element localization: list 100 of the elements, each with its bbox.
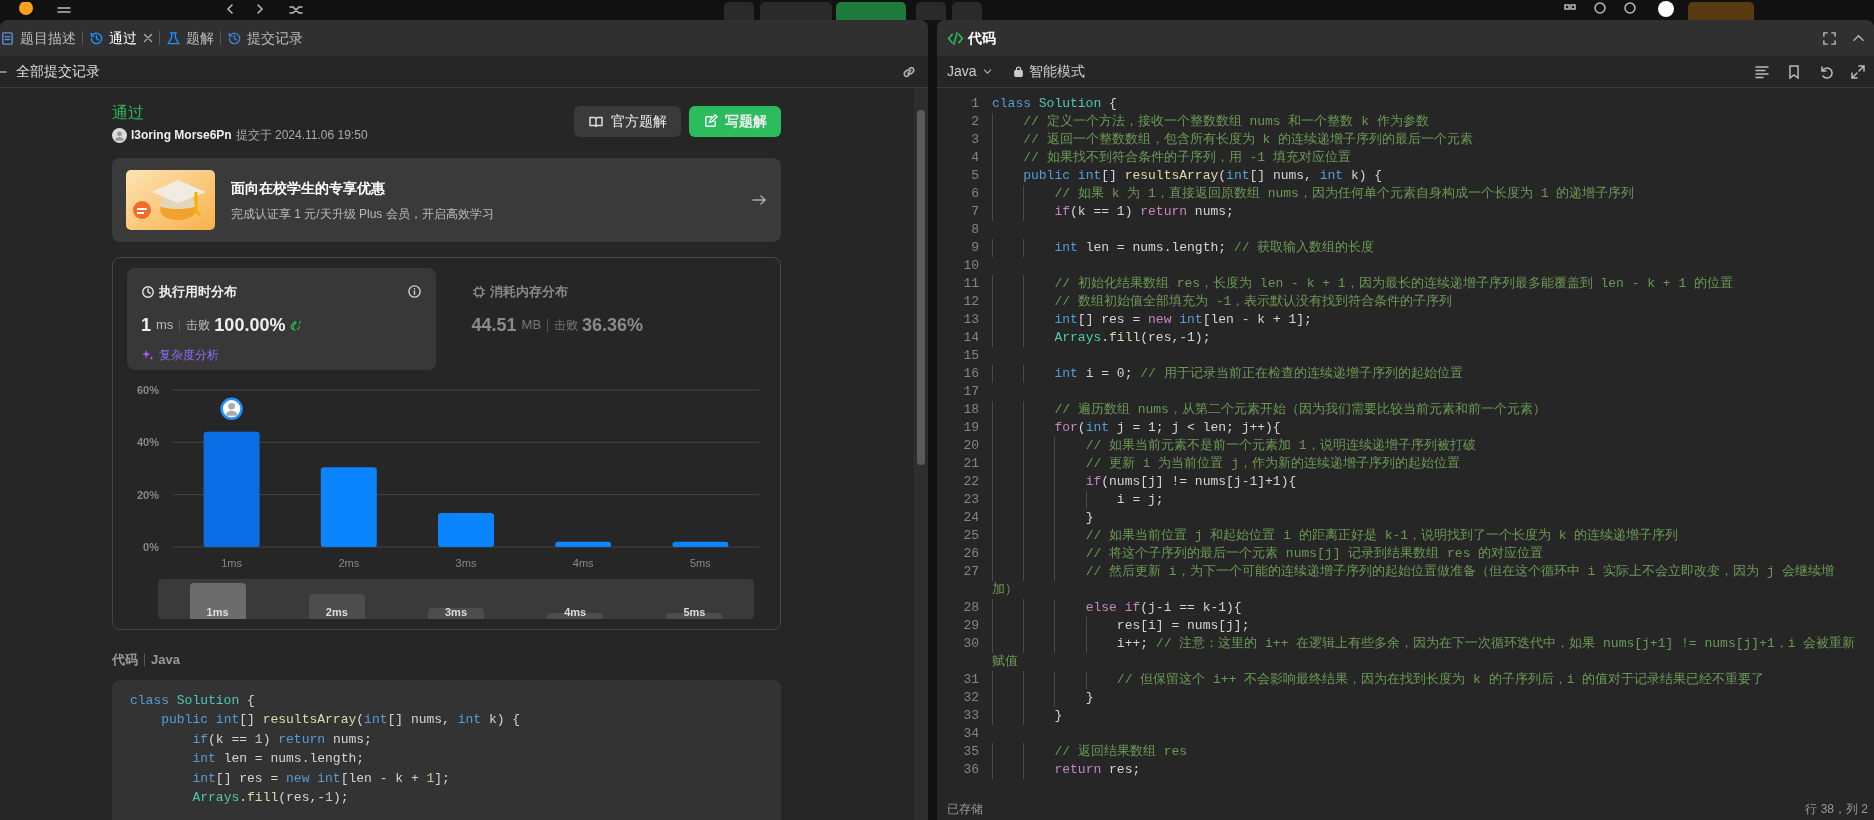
format-icon[interactable]	[1754, 63, 1770, 80]
line-number: 17	[962, 383, 979, 401]
axis-label: 1ms	[221, 557, 242, 569]
scrollbar-thumb[interactable]	[917, 110, 925, 465]
code-line: // 如果 k 为 1，直接返回原数组 nums，因为任何单个元素自身构成一个长度为 1 的递增子序列	[992, 185, 1874, 203]
lock-icon	[1011, 65, 1025, 78]
document-icon	[0, 30, 15, 46]
mode-label[interactable]: 智能模式	[1028, 61, 1085, 82]
line-number: 8	[970, 221, 979, 239]
line-number: 30	[962, 635, 979, 653]
official-solution-button[interactable]: 官方题解	[574, 106, 681, 137]
promo-card[interactable]: 面向在校学生的专享优惠 完成认证享 1 元/天升级 Plus 会员，开启高效学习	[112, 158, 781, 242]
tab[interactable]: 提交记录	[221, 27, 309, 49]
code-line: // 初始化结果数组 res，长度为 len - k + 1，因为最长的连续递增子序列最多能覆盖到 len - k + 1 的位置	[992, 275, 1874, 293]
user-name[interactable]: l3oring Morse6Pn	[131, 126, 232, 144]
axis-label: 40%	[136, 436, 159, 449]
code-line: class Solution {	[130, 691, 256, 710]
line-number: 4	[970, 149, 979, 167]
axis-label: 2ms	[338, 557, 360, 569]
code-line: else if(j-i == k-1){	[992, 599, 1874, 617]
avatar-icon[interactable]	[1658, 1, 1674, 17]
navigator-bar[interactable]	[428, 608, 484, 619]
stat-value: 44.51	[471, 313, 517, 337]
promo-title: 面向在校学生的专享优惠	[231, 178, 386, 198]
line-number: 29	[962, 617, 979, 635]
code-line: int[] res = new int[len - k + 1];	[992, 311, 1874, 329]
info-icon[interactable]	[406, 284, 422, 300]
section-title: 代码	[112, 651, 138, 669]
fullscreen-icon[interactable]	[1822, 30, 1837, 46]
code-line: }	[992, 707, 1874, 725]
expand-icon[interactable]	[1850, 63, 1866, 80]
stat-title: 执行用时分布	[159, 283, 237, 301]
avatar-icon	[220, 397, 243, 421]
line-number: 32	[962, 689, 979, 707]
code-line: // 定义一个方法，接收一个整数数组 nums 和一个整数 k 作为参数	[992, 113, 1874, 131]
code-line: int[] res = new int[len - k + 1];	[191, 769, 451, 788]
line-number: 25	[962, 527, 979, 545]
undo-icon[interactable]	[1818, 63, 1834, 80]
code-line: // 如果当前位置 j 和起始位置 i 的距离正好是 k-1，说明找到了一个长度为 k 的连续递增子序列	[992, 527, 1874, 545]
language-dropdown[interactable]: Java	[947, 61, 994, 82]
beat-percent: 36.36%	[582, 313, 644, 337]
bookmark-icon[interactable]	[1786, 63, 1802, 80]
bar[interactable]	[555, 541, 612, 547]
line-number: 21	[962, 455, 979, 473]
code-line: if(k == 1) return nums;	[191, 730, 373, 749]
line-number: 7	[970, 203, 979, 221]
navigator-label: 2ms	[325, 606, 348, 619]
code-line: i++; // 注意：这里的 i++ 在逻辑上有些多余，因为在下一次循环迭代中，如果 nums[j+1] != nums[j]+1，i 会被重新赋值	[992, 635, 1857, 671]
line-number: 10	[962, 257, 979, 275]
line-number: 35	[962, 743, 979, 761]
close-icon[interactable]	[141, 31, 155, 45]
back-link[interactable]: 全部提交记录	[16, 61, 100, 82]
code-line: public int[] resultsArray(int[] nums, int k) {	[160, 711, 522, 729]
axis-label: 60%	[136, 384, 159, 396]
line-number: 13	[962, 311, 979, 329]
code-line: Arrays.fill(res,-1);	[191, 789, 350, 807]
logo-icon[interactable]	[18, 2, 34, 18]
cursor-position: 行 38，列 2	[1805, 801, 1868, 818]
navigator-bar[interactable]	[189, 582, 246, 619]
panel-title: 代码	[968, 28, 996, 48]
tab[interactable]: 通过	[83, 27, 143, 49]
avatar-icon	[112, 127, 127, 143]
tab[interactable]: 题目描述	[0, 27, 82, 49]
navigator-bar[interactable]	[308, 594, 365, 619]
stat-card[interactable]: 消耗内存分布 44.51 MB 击败 36.36%	[457, 268, 766, 370]
line-number: 23	[962, 491, 979, 509]
line-number: 22	[962, 473, 979, 491]
code-line: // 如果找不到符合条件的子序列，用 -1 填充对应位置	[992, 149, 1874, 167]
code-line: if(k == 1) return nums;	[992, 203, 1874, 221]
code-line: // 数组初始值全部填充为 -1，表示默认没有找到符合条件的子序列	[992, 293, 1874, 311]
line-number: 36	[962, 761, 979, 779]
line-number: 27	[962, 563, 979, 581]
navigator-label: 1ms	[206, 606, 229, 619]
tab[interactable]: 题解	[160, 27, 220, 49]
line-number: 3	[970, 131, 979, 149]
code-line: // 更新 i 为当前位置 j，作为新的连续递增子序列的起始位置	[992, 455, 1874, 473]
code-line: int len = nums.length; // 获取输入数组的长度	[992, 239, 1874, 257]
line-number: 11	[962, 275, 979, 293]
save-status: 已存储	[947, 801, 983, 818]
stat-unit: MB	[521, 316, 542, 335]
line-number: 18	[962, 401, 979, 419]
navigator-label: 4ms	[564, 606, 587, 619]
code-icon	[947, 29, 964, 47]
code-line: Arrays.fill(res,-1);	[992, 329, 1874, 347]
axis-label: 0%	[143, 541, 159, 553]
line-number: 28	[962, 599, 979, 617]
history-icon	[227, 30, 242, 46]
line-number: 24	[962, 509, 979, 527]
code-line: return res;	[992, 761, 1874, 779]
clock-icon	[141, 284, 155, 299]
stat-card[interactable]: 执行用时分布 1 ms 击败 100.00% 复杂度分析	[127, 268, 436, 370]
chart-navigator[interactable]: 1ms 2ms 3ms 4ms 5ms	[158, 579, 754, 619]
scrollbar[interactable]	[914, 88, 928, 820]
line-number: 34	[962, 725, 979, 743]
arrow-right-icon[interactable]	[751, 192, 767, 208]
code-line: // 然后更新 i，为下一个可能的连续递增子序列的起始位置做准备（但在这个循环中 i 实际上不会立即改变，因为 j 会继续增加）	[992, 563, 1836, 599]
bar[interactable]	[672, 541, 729, 547]
code-line: // 但保留这个 i++ 不会影响最终结果，因为在找到长度为 k 的子序列后，i 的值对于记录结果已经不重要了	[992, 671, 1874, 689]
code-line: // 如果当前元素不是前一个元素加 1，说明连续递增子序列被打破	[992, 437, 1874, 455]
stat-unit: ms	[156, 316, 174, 335]
